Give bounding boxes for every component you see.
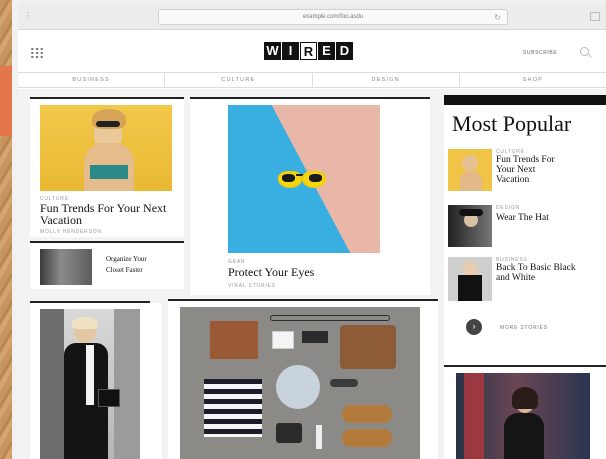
story-title-line[interactable]: Organize Your [106,255,147,263]
story-card-flatlay[interactable] [168,301,438,459]
story-image-closet [40,249,92,285]
reload-icon[interactable]: ↻ [494,11,501,25]
nav-item-business[interactable]: BUSINESS [18,73,166,87]
most-popular-heading: Most Popular [452,111,572,136]
story-image-beach-woman [40,105,172,191]
pen [316,425,322,449]
orange-object [0,66,12,136]
story-title[interactable]: Fun Trends For Your Next Vacation [40,202,180,226]
strap [270,315,390,321]
logo-letter: I [282,42,299,60]
most-popular-panel: Most Popular CULTURE Fun Trends For Your… [444,95,606,365]
story-image-woman-street [40,309,140,459]
camera [276,423,302,443]
card [272,331,294,349]
sunglasses-icon [96,121,120,127]
tabs-icon[interactable] [590,12,600,21]
nav-item-shop[interactable]: SHOP [460,73,606,87]
story-card-protect-eyes[interactable]: GEAR Protect Your Eyes VIRAL STORIES [190,99,430,295]
scarf [276,365,320,409]
search-icon[interactable] [580,47,589,56]
story-image-flatlay [180,307,420,459]
browser-toolbar: ⋮ example.com/foo.asdu ↻ [18,4,606,30]
woman-hair [72,317,98,329]
photo-scene: ⋮ example.com/foo.asdu ↻ W I R E D SUBSC… [0,0,606,459]
logo-letter: R [300,42,317,60]
section-nav: BUSINESS CULTURE DESIGN SHOP [18,72,606,88]
tablet-screen: ⋮ example.com/foo.asdu ↻ W I R E D SUBSC… [18,4,606,459]
notebook [210,321,258,359]
logo-letter: W [264,42,281,60]
story-card-city[interactable] [444,367,606,459]
story-card-organize[interactable]: Organize Your Closet Faster [30,243,184,289]
site-header: W I R E D SUBSCRIBE [18,30,606,72]
nav-item-design[interactable]: DESIGN [313,73,460,87]
striped-shirt [204,379,262,437]
panel-rule [444,95,606,105]
story-title[interactable]: Protect Your Eyes [228,265,314,280]
story-byline: VIRAL STORIES [228,283,276,289]
popular-thumb [448,257,492,301]
leather-bag [340,325,396,369]
story-byline: MOLLY HENDERSON [40,229,102,235]
sunglasses [330,379,358,387]
popular-title[interactable]: Fun Trends For Your Next Vacation [496,155,566,185]
building [114,309,140,459]
popular-item[interactable]: CULTURE Fun Trends For Your Next Vacatio… [448,149,602,195]
subscribe-link[interactable]: SUBSCRIBE [523,50,557,56]
shoe [342,429,392,447]
handbag [98,389,120,407]
shoe [342,405,392,423]
building [40,309,64,459]
arrow-right-icon[interactable]: › [466,319,482,335]
swimsuit [90,165,128,179]
popular-thumb [448,205,492,247]
white-scarf [86,345,94,405]
popular-title[interactable]: Wear The Hat [496,213,596,223]
logo-letter: D [336,42,353,60]
nav-item-culture[interactable]: CULTURE [165,73,313,87]
popular-item[interactable]: DESIGN Wear The Hat [448,205,602,251]
sidebar-toggle-icon[interactable]: ⋮ [24,11,32,20]
story-card-street-style[interactable] [30,303,162,459]
logo-letter: E [318,42,335,60]
story-image-city-woman [456,373,590,459]
address-bar[interactable]: example.com/foo.asdu ↻ [158,9,508,25]
content-area: CULTURE Fun Trends For Your Next Vacatio… [18,89,606,459]
story-card-fun-trends[interactable]: CULTURE Fun Trends For Your Next Vacatio… [30,99,184,237]
popular-item[interactable]: BUSINESS Back To Basic Black and White [448,257,602,303]
wired-logo[interactable]: W I R E D [264,42,353,60]
popular-thumb [448,149,492,191]
url-text: example.com/foo.asdu [302,14,364,20]
popular-kicker: DESIGN [496,205,520,211]
story-image-sunglasses [228,105,380,253]
app-grid-icon[interactable] [30,47,44,59]
more-stories-link[interactable]: MORE STORIES [500,325,548,331]
popular-title[interactable]: Back To Basic Black and White [496,263,586,283]
story-title-line[interactable]: Closet Faster [106,266,143,274]
wallet [302,331,328,343]
sunglasses-icon [278,171,326,188]
